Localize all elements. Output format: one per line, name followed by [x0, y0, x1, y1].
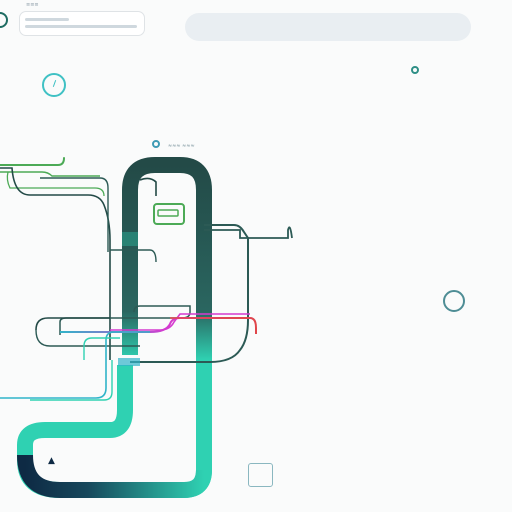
blue-strip [118, 358, 140, 366]
square-button[interactable] [248, 463, 273, 487]
dark-wire [35, 317, 110, 331]
dark-wire [40, 177, 109, 252]
green-wire [0, 157, 65, 166]
cyan-wire [83, 337, 120, 360]
folder-icon [153, 203, 185, 225]
pipeline-canvas: ≡≡≡ ≈≈≈ ≈≈≈ ▲ [0, 0, 512, 512]
gradient-wire [60, 317, 257, 334]
main-pipe [17, 157, 212, 498]
cyan-wire [30, 360, 113, 401]
pipe-network [0, 157, 293, 498]
right-ring-icon[interactable] [443, 290, 465, 312]
green-wire [0, 171, 100, 177]
teal-strip [122, 232, 138, 246]
dark-wire [130, 224, 249, 363]
triangle-icon: ▲ [48, 456, 55, 466]
dark-wire [139, 177, 157, 196]
